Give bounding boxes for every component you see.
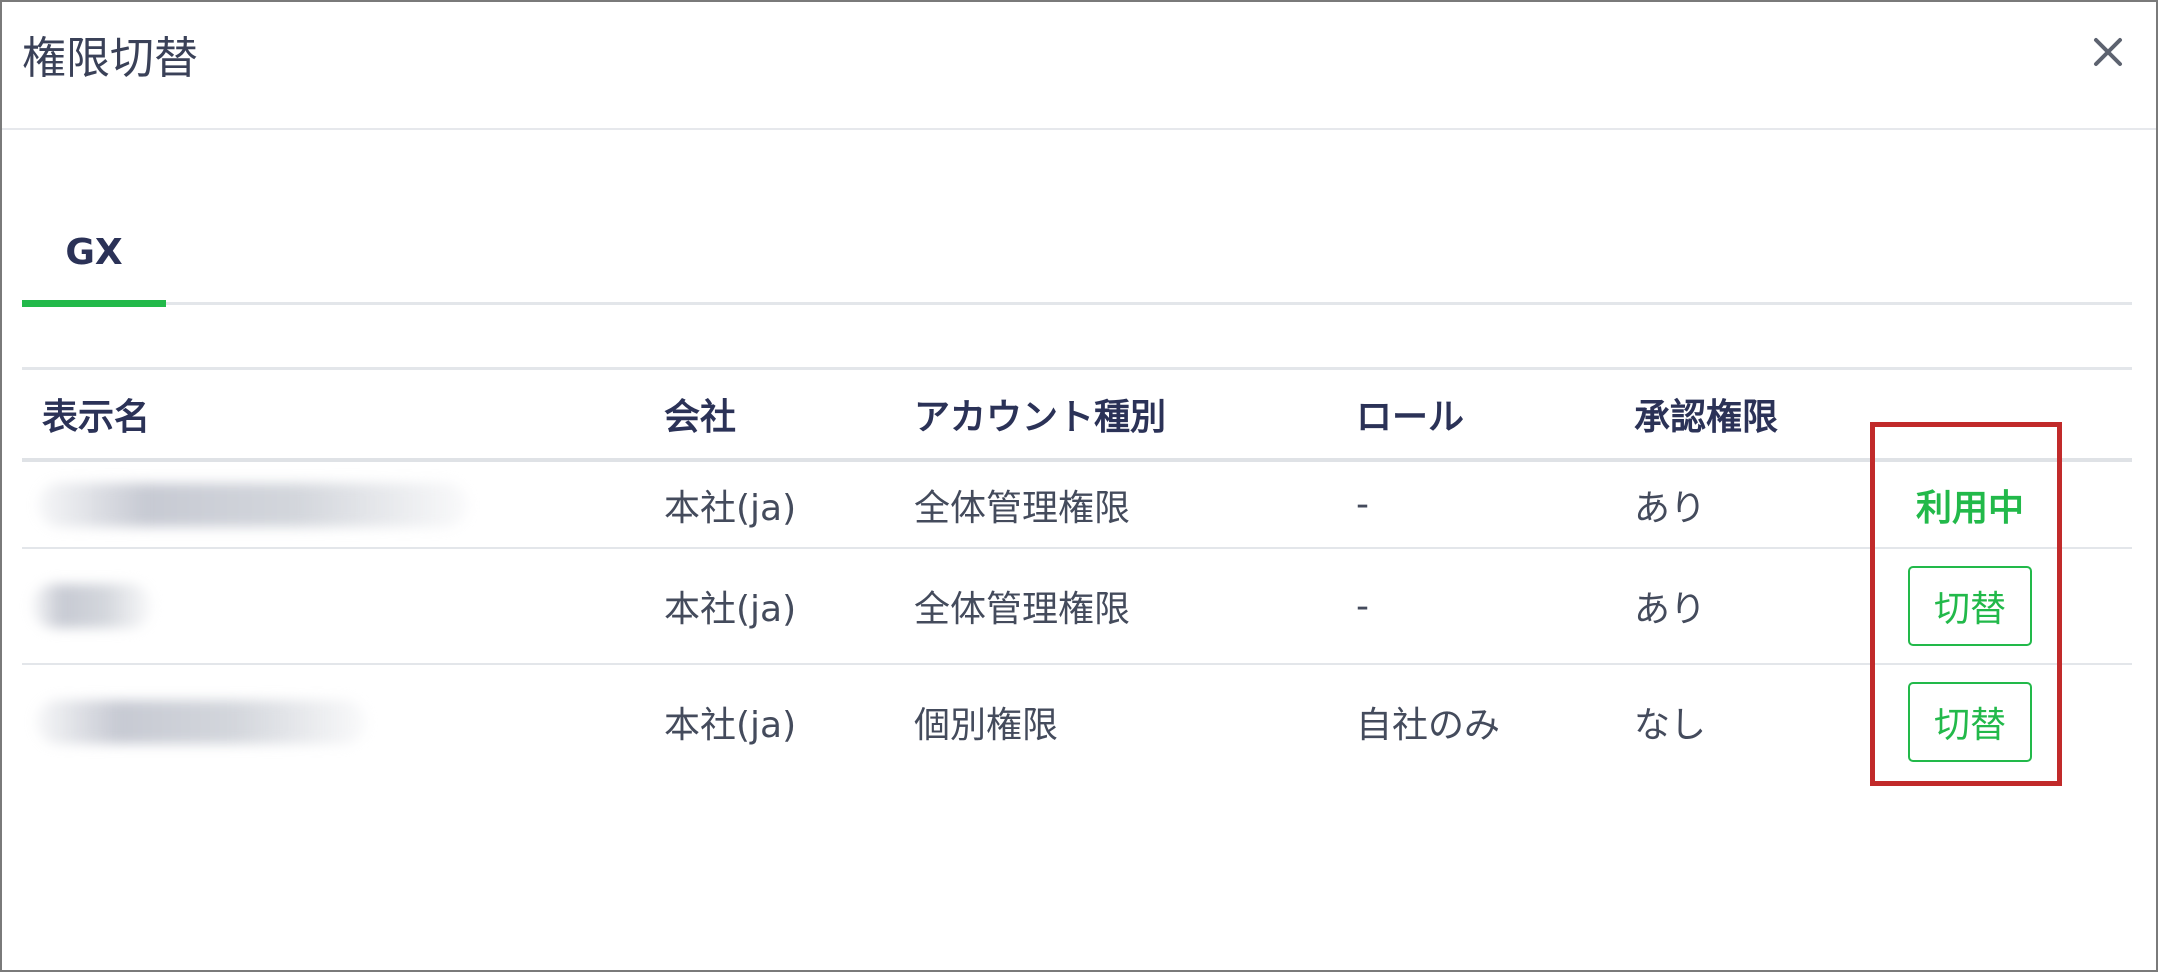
close-button[interactable] <box>2076 20 2140 84</box>
tab-label: GX <box>65 231 123 273</box>
company-cell: 本社(ja) <box>664 589 797 630</box>
display-name-redacted <box>32 549 152 663</box>
role-cell: 自社のみ <box>1356 705 1501 746</box>
header-account-type: アカウント種別 <box>914 397 1167 438</box>
active-tab-indicator <box>22 300 166 307</box>
switch-button[interactable]: 切替 <box>1908 566 2032 646</box>
account-type-cell: 個別権限 <box>914 705 1059 746</box>
header-action <box>1884 370 2056 458</box>
header-divider <box>2 128 2156 130</box>
role-cell: - <box>1356 585 1369 627</box>
action-cell: 切替 <box>1884 665 2056 779</box>
header-role: ロール <box>1356 397 1465 438</box>
table-row: 本社(ja) 全体管理権限 - あり 切替 <box>22 549 2132 665</box>
redacted-name <box>38 482 468 527</box>
tab-bar: GX <box>22 202 2132 307</box>
company-cell: 本社(ja) <box>664 487 797 529</box>
approval-cell: あり <box>1634 589 1707 630</box>
table-row: 本社(ja) 個別権限 自社のみ なし 切替 <box>22 665 2132 779</box>
header-display-name: 表示名 <box>42 397 151 438</box>
action-cell: 切替 <box>1884 549 2056 663</box>
company-cell: 本社(ja) <box>664 705 797 746</box>
switch-button[interactable]: 切替 <box>1908 682 2032 762</box>
permission-table: 表示名 会社 アカウント種別 ロール 承認権限 本社(ja) 全体管理権限 - … <box>22 367 2132 779</box>
account-type-cell: 全体管理権限 <box>914 589 1131 630</box>
role-cell: - <box>1356 484 1369 525</box>
approval-cell: あり <box>1634 487 1707 529</box>
table-header-row: 表示名 会社 アカウント種別 ロール 承認権限 <box>22 370 2132 462</box>
tab-gx[interactable]: GX <box>22 202 166 307</box>
account-type-cell: 全体管理権限 <box>914 487 1131 529</box>
table-row: 本社(ja) 全体管理権限 - あり 利用中 <box>22 462 2132 549</box>
in-use-status: 利用中 <box>1915 487 2024 529</box>
display-name-redacted <box>38 462 468 547</box>
redacted-name <box>36 700 366 744</box>
dialog-title: 権限切替 <box>22 33 198 84</box>
display-name-redacted <box>36 665 366 779</box>
header-approval: 承認権限 <box>1634 397 1779 438</box>
close-icon <box>2094 38 2122 66</box>
redacted-name <box>32 584 152 628</box>
switch-permission-dialog: 権限切替 GX 表示名 会社 アカウント種別 ロール 承認権限 本社(ja) 全… <box>0 0 2158 972</box>
approval-cell: なし <box>1634 705 1707 746</box>
header-company: 会社 <box>664 397 737 438</box>
action-cell: 利用中 <box>1884 462 2056 547</box>
